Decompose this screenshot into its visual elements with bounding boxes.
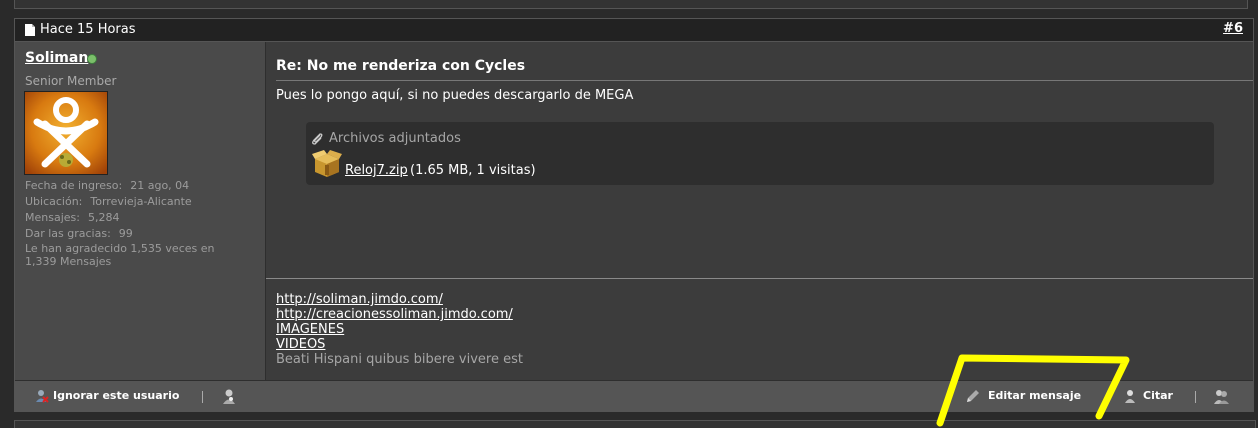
user-title: Senior Member bbox=[25, 74, 117, 88]
quote-icon bbox=[1125, 390, 1135, 403]
stat-join-date: Fecha de ingreso: 21 ago, 04 bbox=[25, 179, 190, 192]
post-date: Hace 15 Horas bbox=[40, 22, 136, 37]
stat-posts: Mensajes: 5,284 bbox=[25, 211, 120, 224]
post-content: Re: No me renderiza con Cycles Pues lo p… bbox=[266, 42, 1253, 380]
footer-separator bbox=[202, 391, 203, 403]
signature-divider bbox=[266, 278, 1253, 279]
previous-post-edge bbox=[14, 0, 1248, 9]
signature-link-videos[interactable]: VIDEOS bbox=[276, 337, 523, 352]
post-number-link[interactable]: #6 bbox=[1223, 21, 1243, 36]
avatar[interactable] bbox=[24, 91, 108, 175]
forum-post: Hace 15 Horas #6 Soliman Senior Member F… bbox=[14, 18, 1254, 412]
attachments-legend: Archivos adjuntados bbox=[329, 131, 461, 146]
footer-separator bbox=[1195, 391, 1196, 403]
stat-location: Ubicación: Torrevieja-Alicante bbox=[25, 195, 192, 208]
online-status-icon bbox=[87, 54, 97, 64]
post-title: Re: No me renderiza con Cycles bbox=[276, 58, 526, 74]
attachments-box: Archivos adjuntados Reloj7.zip (1.65 MB,… bbox=[306, 122, 1214, 185]
title-divider bbox=[276, 80, 1253, 81]
user-info-panel: Soliman Senior Member Fecha de ingreso: 2… bbox=[15, 42, 266, 380]
paperclip-icon bbox=[312, 133, 323, 145]
user-stats: Fecha de ingreso: 21 ago, 04 Ubicación: To… bbox=[25, 178, 215, 268]
post-header: Hace 15 Horas #6 bbox=[15, 19, 1253, 42]
ignore-user-icon bbox=[36, 390, 49, 403]
signature-link-soliman[interactable]: http://soliman.jimdo.com/ bbox=[276, 292, 523, 307]
signature-link-imagenes[interactable]: IMAGENES bbox=[276, 322, 523, 337]
signature-link-creaciones[interactable]: http://creacionessoliman.jimdo.com/ bbox=[276, 307, 523, 322]
post-footer: Ignorar este usuario Editar mensaje Cita… bbox=[15, 380, 1253, 412]
multi-quote-icon[interactable] bbox=[1213, 388, 1229, 404]
attachment-file-info: (1.65 MB, 1 visitas) bbox=[410, 163, 536, 178]
post-message: Pues lo pongo aquí, si no puedes descarg… bbox=[276, 88, 634, 103]
pencil-icon bbox=[967, 390, 979, 402]
ignore-user-button[interactable]: Ignorar este usuario bbox=[35, 389, 179, 403]
stat-thanks-received: Le han agradecido 1,535 veces en 1,339 M… bbox=[25, 242, 215, 268]
zip-archive-icon bbox=[312, 150, 342, 177]
stat-thanks-given: Dar las gracias: 99 bbox=[25, 227, 133, 240]
report-user-icon[interactable] bbox=[221, 388, 237, 404]
username-link[interactable]: Soliman bbox=[25, 50, 88, 66]
signature-motto: Beati Hispani quibus bibere vivere est bbox=[276, 352, 523, 367]
signature: http://soliman.jimdo.com/ http://creacio… bbox=[276, 292, 523, 367]
quote-button[interactable]: Citar bbox=[1123, 389, 1173, 403]
attachment-file-link[interactable]: Reloj7.zip bbox=[345, 163, 408, 178]
edit-post-button[interactable]: Editar mensaje bbox=[965, 389, 1081, 403]
document-icon bbox=[25, 24, 35, 36]
